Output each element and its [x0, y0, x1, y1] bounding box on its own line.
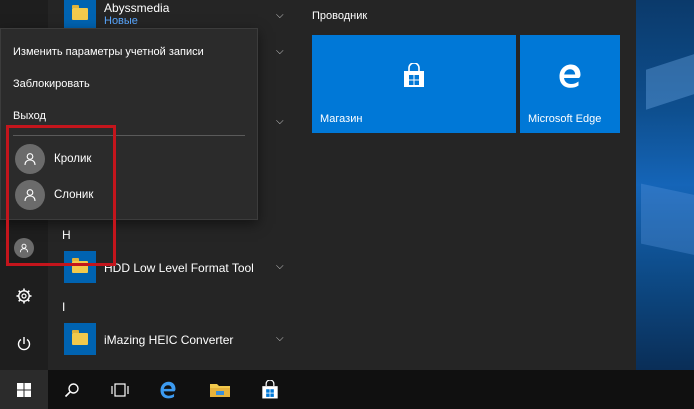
store-icon: [262, 379, 278, 398]
edge-taskbar-button[interactable]: [144, 370, 192, 409]
settings-icon: [16, 288, 32, 304]
sign-out-item[interactable]: Выход: [13, 110, 46, 122]
edge-tile[interactable]: Microsoft Edge: [520, 35, 620, 133]
tile-group-title[interactable]: Проводник: [312, 10, 367, 22]
chevron-down-icon[interactable]: ⌵: [276, 333, 284, 344]
chevron-down-icon[interactable]: ⌵: [276, 116, 284, 127]
folder-icon: [64, 0, 96, 30]
store-taskbar-button[interactable]: [246, 370, 294, 409]
tiles-area: Проводник Магазин Microsoft Edge: [296, 0, 636, 370]
chevron-down-icon[interactable]: ⌵: [276, 46, 284, 57]
taskbar: [0, 370, 694, 409]
folder-icon: [64, 323, 96, 355]
lock-item[interactable]: Заблокировать: [13, 78, 90, 90]
app-name: iMazing HEIC Converter: [104, 333, 234, 347]
search-icon: [64, 382, 79, 397]
task-view-button[interactable]: [96, 370, 144, 409]
search-button[interactable]: [48, 370, 96, 409]
store-tile[interactable]: Магазин: [312, 35, 516, 133]
app-name: HDD Low Level Format Tool: [104, 261, 254, 275]
file-explorer-button[interactable]: [196, 370, 244, 409]
edge-icon: [160, 381, 176, 398]
task-view-icon: [111, 382, 129, 397]
start-button[interactable]: [0, 370, 48, 409]
desktop-wallpaper: [636, 0, 694, 370]
power-icon: [17, 337, 31, 351]
store-icon: [404, 63, 424, 88]
app-name: Abyssmedia: [104, 1, 170, 15]
edge-icon: [559, 64, 581, 88]
settings-button[interactable]: [0, 274, 48, 318]
chevron-down-icon[interactable]: ⌵: [276, 10, 284, 21]
change-account-settings[interactable]: Изменить параметры учетной записи: [13, 46, 204, 58]
file-explorer-icon: [210, 383, 230, 397]
tile-label: Microsoft Edge: [528, 113, 602, 125]
power-button[interactable]: [0, 322, 48, 366]
tile-label: Магазин: [320, 113, 363, 125]
app-item-imazing[interactable]: iMazing HEIC Converter ⌵: [48, 319, 296, 359]
section-letter[interactable]: I: [62, 300, 65, 314]
new-label: Новые: [104, 15, 138, 27]
windows-start-icon: [17, 382, 31, 397]
highlight-box: [6, 125, 116, 266]
chevron-down-icon[interactable]: ⌵: [276, 261, 284, 272]
